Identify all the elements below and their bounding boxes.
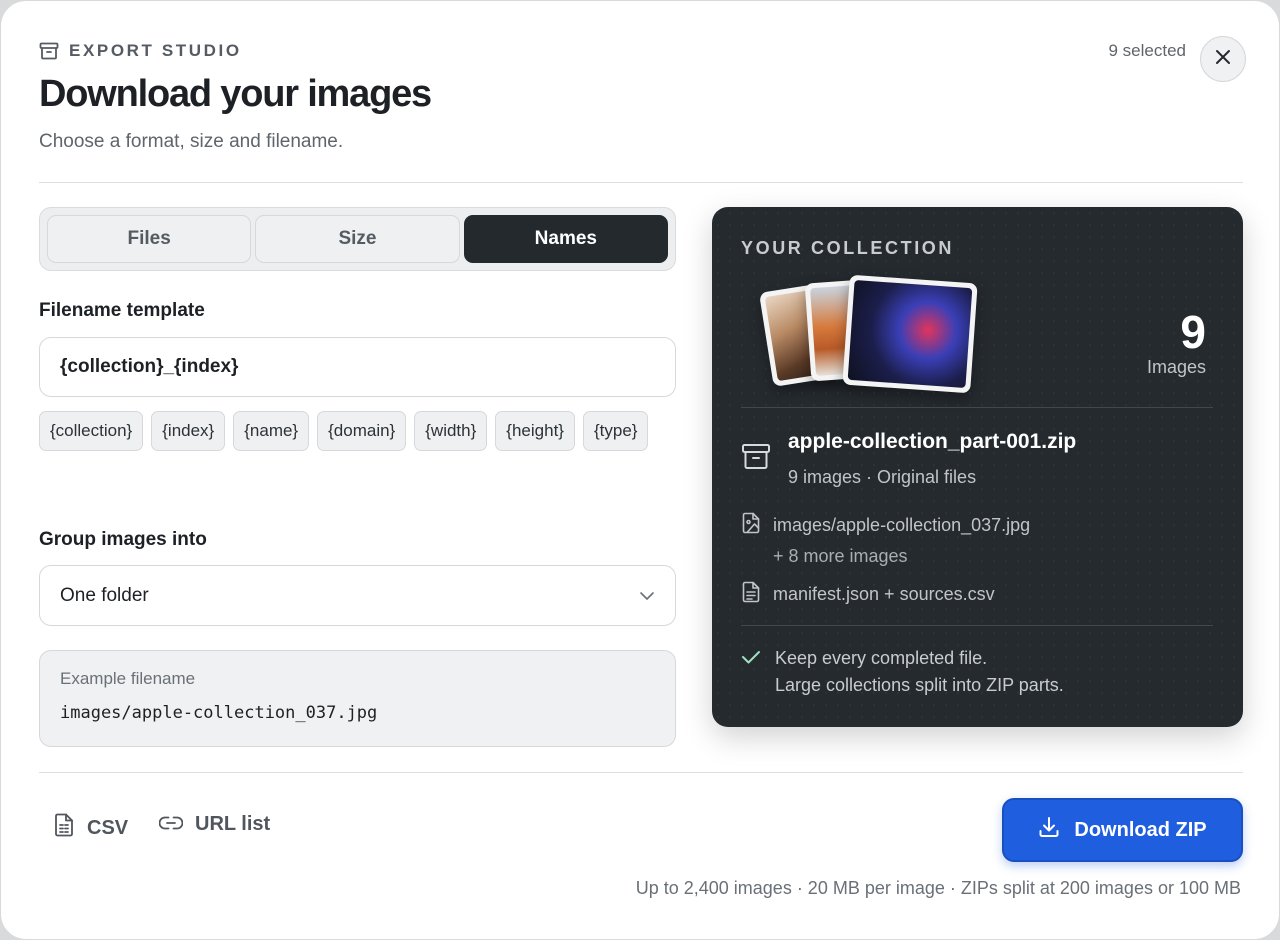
- more-files: + 8 more images: [773, 546, 908, 566]
- collection-eyebrow: YOUR COLLECTION: [741, 238, 954, 258]
- check-icon: [741, 645, 761, 699]
- token-name[interactable]: {name}: [233, 411, 310, 451]
- url-list-link[interactable]: URL list: [158, 813, 271, 836]
- spreadsheet-icon: [53, 813, 75, 843]
- footer-divider: [39, 772, 1243, 773]
- url-list-label: URL list: [195, 813, 271, 835]
- token-type[interactable]: {type}: [582, 411, 649, 451]
- download-zip-button[interactable]: Download ZIP: [1002, 798, 1243, 862]
- tab-files[interactable]: Files: [47, 215, 252, 263]
- csv-export-link[interactable]: CSV: [53, 813, 128, 843]
- group-select[interactable]: One folder: [39, 565, 676, 626]
- download-zip-label: Download ZIP: [1074, 818, 1207, 841]
- image-file-icon: [741, 512, 761, 539]
- first-file-name: images/apple-collection_037.jpg: [773, 515, 1031, 535]
- group-label: Group images into: [39, 529, 207, 550]
- thumbnail-image: [842, 274, 978, 394]
- file-row-manifest: manifest.json + sources.csv: [741, 581, 995, 608]
- link-icon: [158, 813, 184, 836]
- dialog-eyebrow: EXPORT STUDIO: [39, 40, 242, 62]
- collection-note: Keep every completed file. Large collect…: [741, 645, 1064, 699]
- csv-label: CSV: [87, 816, 129, 839]
- group-select-value: One folder: [60, 584, 149, 606]
- tab-size[interactable]: Size: [255, 215, 460, 263]
- example-filename-label: Example filename: [60, 669, 196, 688]
- archive-icon: [39, 42, 59, 60]
- page-title: Download your images: [39, 73, 432, 115]
- token-domain[interactable]: {domain}: [317, 411, 407, 451]
- file-row-image: images/apple-collection_037.jpg: [741, 512, 1030, 539]
- collection-card: YOUR COLLECTION 9 Images apple-collectio…: [712, 207, 1243, 727]
- manifest-files: manifest.json + sources.csv: [773, 584, 995, 604]
- image-count-label: Images: [1146, 357, 1206, 377]
- tab-names[interactable]: Names: [463, 215, 668, 263]
- filename-template-input[interactable]: {collection}_{index}: [39, 337, 676, 397]
- export-dialog: EXPORT STUDIO Download your images Choos…: [0, 0, 1280, 940]
- close-icon: [1214, 48, 1232, 71]
- limits-footnote: Up to 2,400 images · 20 MB per image · Z…: [635, 878, 1241, 898]
- download-icon: [1038, 816, 1060, 844]
- document-icon: [741, 581, 761, 608]
- example-filename-box: Example filename images/apple-collection…: [39, 650, 676, 747]
- selected-count: 9 selected: [1108, 41, 1187, 60]
- card-divider: [741, 407, 1213, 408]
- archive-icon: [741, 443, 771, 476]
- note-line-1: Keep every completed file.: [775, 648, 988, 668]
- zip-meta: 9 images · Original files: [788, 467, 977, 487]
- tab-bar: Files Size Names: [39, 207, 676, 271]
- thumbnail-stack: [759, 269, 982, 394]
- header-divider: [39, 182, 1243, 183]
- chevron-down-icon: [639, 585, 655, 607]
- image-count: 9: [1180, 306, 1206, 358]
- note-line-2: Large collections split into ZIP parts.: [775, 675, 1064, 695]
- token-collection[interactable]: {collection}: [39, 411, 144, 451]
- token-height[interactable]: {height}: [495, 411, 575, 451]
- close-button[interactable]: [1200, 36, 1246, 82]
- token-list: {collection} {index} {name} {domain} {wi…: [39, 411, 659, 451]
- zip-filename: apple-collection_part-001.zip: [788, 430, 1077, 453]
- page-subtitle: Choose a format, size and filename.: [39, 131, 344, 152]
- example-filename-value: images/apple-collection_037.jpg: [60, 703, 378, 723]
- filename-template-label: Filename template: [39, 300, 205, 321]
- token-index[interactable]: {index}: [151, 411, 226, 451]
- token-width[interactable]: {width}: [414, 411, 488, 451]
- eyebrow-label: EXPORT STUDIO: [69, 41, 242, 60]
- card-divider: [741, 625, 1213, 626]
